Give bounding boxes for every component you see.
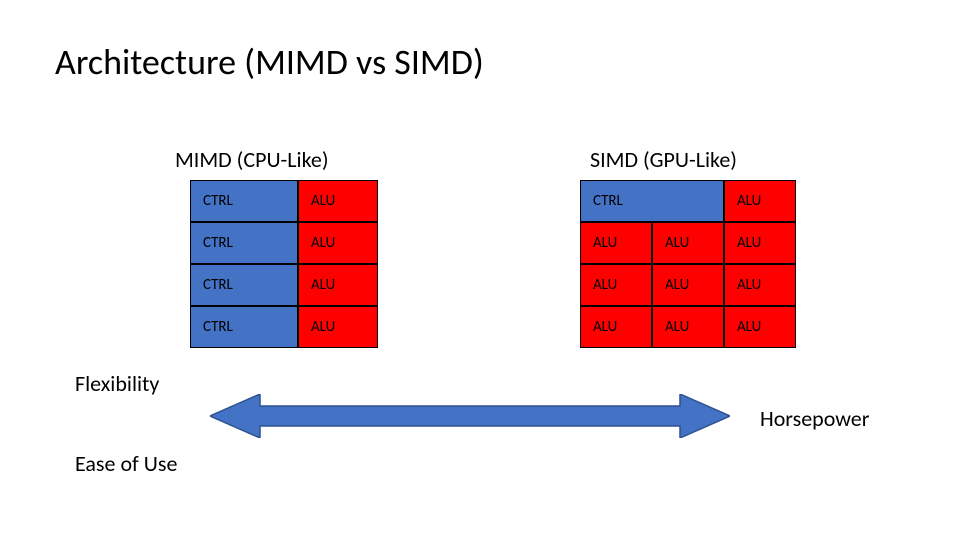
simd-alu: ALU xyxy=(580,222,652,264)
mimd-ctrl: CTRL xyxy=(190,180,298,222)
simd-alu: ALU xyxy=(724,222,796,264)
simd-alu: ALU xyxy=(724,180,796,222)
mimd-ctrl: CTRL xyxy=(190,222,298,264)
mimd-alu: ALU xyxy=(298,180,378,222)
mimd-alu: ALU xyxy=(298,222,378,264)
simd-alu: ALU xyxy=(580,264,652,306)
mimd-ctrl: CTRL xyxy=(190,306,298,348)
simd-heading: SIMD (GPU-Like) xyxy=(590,146,737,173)
mimd-ctrl: CTRL xyxy=(190,264,298,306)
double-arrow-icon xyxy=(210,394,730,438)
simd-alu: ALU xyxy=(724,264,796,306)
simd-alu: ALU xyxy=(580,306,652,348)
slide-title: Architecture (MIMD vs SIMD) xyxy=(55,40,484,84)
mimd-alu: ALU xyxy=(298,306,378,348)
simd-alu: ALU xyxy=(724,306,796,348)
simd-alu: ALU xyxy=(652,264,724,306)
mimd-alu: ALU xyxy=(298,264,378,306)
simd-ctrl: CTRL xyxy=(580,180,724,222)
simd-alu: ALU xyxy=(652,222,724,264)
mimd-heading: MIMD (CPU-Like) xyxy=(175,146,329,173)
flexibility-label: Flexibility xyxy=(75,370,159,397)
slide: Architecture (MIMD vs SIMD) MIMD (CPU-Li… xyxy=(0,0,960,540)
mimd-grid: CTRL ALU CTRL ALU CTRL ALU CTRL ALU xyxy=(190,180,378,348)
simd-alu: ALU xyxy=(652,306,724,348)
ease-of-use-label: Ease of Use xyxy=(75,450,177,477)
simd-grid: CTRL ALU ALU ALU ALU ALU ALU ALU ALU ALU… xyxy=(580,180,796,348)
horsepower-label: Horsepower xyxy=(760,405,869,432)
